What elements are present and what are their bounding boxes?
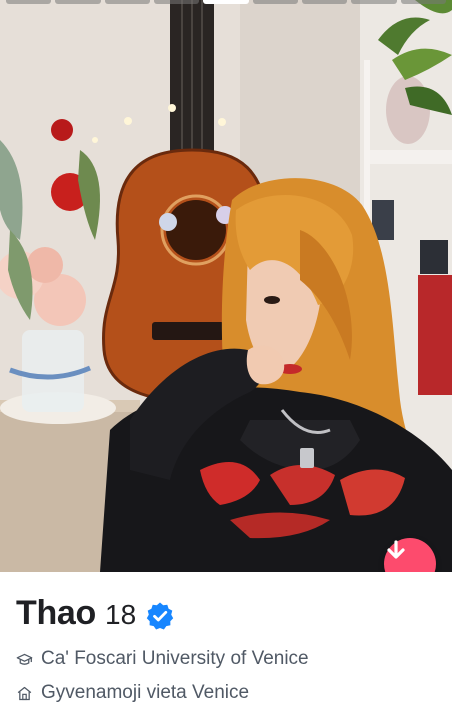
name-row: Thao 18 [16, 594, 175, 633]
photo-progress-segment[interactable] [6, 0, 52, 4]
photo-progress-segment[interactable] [252, 0, 298, 4]
graduation-cap-icon [16, 653, 33, 665]
arrow-down-icon [387, 540, 405, 559]
school-row: Ca' Foscari University of Venice [16, 648, 309, 670]
verified-badge-icon [146, 602, 174, 629]
photo-illustration [0, 0, 452, 572]
photo-progress-bar [6, 0, 446, 5]
photo-progress-segment[interactable] [351, 0, 397, 4]
photo-progress-segment[interactable] [400, 0, 446, 4]
home-icon [17, 686, 32, 700]
school-text: Ca' Foscari University of Venice [41, 648, 309, 669]
profile-info: Thao 18 Ca' Foscari University of Venice… [0, 572, 452, 712]
photo-progress-segment[interactable] [301, 0, 348, 4]
photo-progress-segment[interactable] [153, 0, 200, 4]
home-row: Gyvenamoji vieta Venice [16, 682, 249, 704]
profile-photo[interactable] [0, 0, 452, 572]
photo-progress-segment[interactable] [55, 0, 101, 4]
profile-name: Thao [16, 594, 97, 632]
photo-progress-segment[interactable] [104, 0, 150, 4]
profile-age: 18 [105, 599, 137, 630]
home-text: Gyvenamoji vieta Venice [41, 682, 250, 703]
photo-progress-segment[interactable] [203, 0, 249, 4]
